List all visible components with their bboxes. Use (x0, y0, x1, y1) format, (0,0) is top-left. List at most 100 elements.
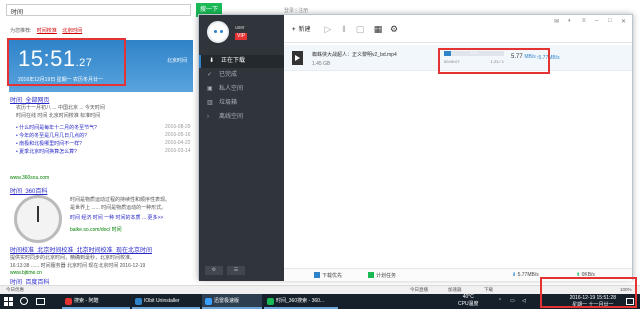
result-sublink[interactable]: • 什么时间是每年十二月的冬至节气? (16, 124, 97, 131)
schedule-toggle[interactable]: 计划任务 (368, 272, 396, 279)
result-title[interactable]: 时间校准_北京时间校准_北京时间校准_现在北京时间 (10, 245, 152, 254)
total-down-speed: ⬇ 5.77MB/s (512, 272, 539, 278)
status-today[interactable]: 今日优惠 (6, 287, 24, 293)
result-title[interactable]: 时间_360百科 (10, 186, 47, 195)
avatar[interactable] (207, 21, 229, 43)
dm-toolbar: + 新建 ▷ ‖ ▢ ▦ ⚙ ✉ ◐ ≡ – □ ✕ (284, 15, 632, 43)
result-sublink[interactable]: • 夏季北京时间换算怎么算? (16, 148, 77, 155)
result-url: baike.so.com/doc/ 时间 (70, 227, 122, 233)
result-snippet: 提供实时同步的北京时间，精确到毫秒，北京时间校准。 (10, 255, 136, 261)
username[interactable]: user (235, 25, 245, 31)
result-date: 2016-08-29 (165, 124, 191, 130)
network-icon[interactable]: ▭ (510, 294, 515, 309)
result-date: 2016-05-16 (165, 132, 191, 138)
related-link[interactable]: 时间校准 (37, 28, 57, 34)
login-link[interactable]: 登录 | 注册 (284, 7, 308, 14)
result-sublink[interactable]: 时间 经济 时间 一种 时间的本质 ... 更多>> (70, 214, 163, 221)
result-sublink[interactable]: • 今年的冬至是几月几日几点的? (16, 132, 87, 139)
nav-completed[interactable]: ✓ 已完成 (199, 69, 284, 82)
menu-icon[interactable]: ≡ (582, 18, 586, 24)
related-label: 为您推荐: (10, 28, 32, 34)
taskbar-app[interactable]: 时间_360搜索 - 360... (264, 294, 338, 309)
search-input[interactable]: 时间 (6, 4, 191, 16)
related-searches: 为您推荐: 时间校准 北京时间 (10, 27, 82, 34)
taskbar-app-label: 迅雷极速版 (214, 298, 240, 304)
result-url: www.360sou.com (10, 175, 50, 181)
taskbar-app-label: IObit Uninstaller (144, 298, 180, 304)
maximize-icon[interactable]: □ (608, 18, 612, 24)
result-snippet: 是世界上 ...... 时间是物质运动的一种形式。 (70, 205, 167, 211)
download-icon: ⬇ (209, 58, 215, 64)
nav-label: 正在下载 (221, 58, 246, 64)
down-arrow-icon: ⬇ (512, 272, 517, 278)
highlight-box (7, 38, 126, 86)
down-speed-value: 5.77MB/s (517, 272, 539, 278)
start-icon[interactable]: ▷ (322, 23, 334, 35)
delete-icon[interactable]: ▢ (354, 23, 366, 35)
video-file-icon (292, 51, 303, 65)
taskbar-app[interactable]: 迅雷极速版 (202, 294, 262, 309)
taskbar-app[interactable]: IObit Uninstaller (132, 294, 200, 309)
related-link[interactable]: 北京时间 (62, 28, 82, 34)
nav-private[interactable]: ▣ 私人空间 (199, 83, 284, 96)
message-icon[interactable]: ✉ (554, 18, 559, 25)
nav-trash[interactable]: ▥ 垃圾箱 (199, 97, 284, 110)
taskbar-app-label: 时间_360搜索 - 360... (276, 298, 325, 304)
status-item[interactable]: 加速器 (448, 287, 462, 293)
status-item[interactable]: 今日直播 (410, 287, 428, 293)
skin-icon[interactable]: ◐ (568, 18, 572, 24)
cpu-temperature[interactable]: 40°C CPU温度 (458, 294, 479, 308)
clock-zone: 北京时间 (166, 58, 187, 64)
new-task-label: 新建 (298, 27, 311, 33)
pause-icon[interactable]: ‖ (338, 23, 350, 35)
schedule-icon (368, 272, 374, 278)
start-button[interactable] (4, 297, 13, 306)
vip-badge[interactable]: VIP (235, 33, 248, 40)
gear-icon[interactable]: ⚙ (388, 23, 400, 35)
result-title[interactable]: 时间_全部网页 (10, 95, 49, 104)
result-date: 2016-04-22 (165, 140, 191, 146)
app-icon (267, 298, 274, 305)
priority-icon (314, 272, 320, 278)
app-icon (205, 298, 212, 305)
volume-icon[interactable]: ◁ (522, 294, 526, 309)
result-snippet: 时间在线 时间 北京时间校准 标准时间 (16, 113, 101, 119)
result-snippet: 时间是物质运动过程的持续性和顺序性表现。 (70, 197, 171, 203)
status-item[interactable]: 下载 (484, 287, 493, 293)
temp-value: 40°C (462, 294, 474, 300)
download-manager-window: user VIP ⬇ 正在下载 ✓ 已完成 ▣ 私人空间 ▥ 垃圾箱 › 离线空… (198, 14, 633, 281)
taskbar-app[interactable]: 搜索 - 阿酷 (62, 294, 130, 309)
highlight-box (540, 277, 637, 308)
close-icon[interactable]: ✕ (621, 18, 626, 25)
result-date: 2016-03-14 (165, 148, 191, 154)
dm-sidebar: user VIP ⬇ 正在下载 ✓ 已完成 ▣ 私人空间 ▥ 垃圾箱 › 离线空… (199, 15, 284, 281)
result-sublink[interactable]: • 南极和北极哪里时间不一样? (16, 140, 82, 147)
priority-label: 下载优先 (322, 273, 343, 279)
highlight-box (438, 48, 550, 74)
nav-label: 垃圾箱 (219, 100, 238, 106)
settings-small-button[interactable]: ⚙ (205, 266, 223, 275)
nav-label: 离线空间 (219, 114, 244, 120)
app-icon (135, 298, 142, 305)
tray-arrow-icon[interactable]: ⌃ (498, 294, 502, 309)
skin-button[interactable]: ☰ (227, 266, 245, 275)
nav-offline[interactable]: › 离线空间 (199, 111, 284, 124)
result-snippet: 农历十一月初八 ... 中国北京 ... 今天时间 (16, 105, 105, 111)
taskbar-app-label: 搜索 - 阿酷 (74, 298, 99, 304)
trash-icon: ▥ (207, 100, 213, 106)
dm-main-panel: + 新建 ▷ ‖ ▢ ▦ ⚙ ✉ ◐ ≡ – □ ✕ 蜘蛛侠大战超人：正义黎明v2… (284, 15, 632, 281)
minimize-icon[interactable]: – (595, 18, 598, 24)
temp-label: CPU温度 (458, 301, 479, 307)
grid-icon[interactable]: ▦ (372, 23, 384, 35)
priority-toggle[interactable]: 下载优先 (314, 272, 342, 279)
task-size: 1.45 GB (312, 61, 331, 67)
clock-thumbnail (14, 195, 62, 243)
task-view-icon[interactable] (36, 298, 45, 305)
task-filename: 蜘蛛侠大战超人：正义黎明v2_bd.mp4 (312, 52, 397, 58)
plus-icon: + (292, 27, 296, 33)
nav-downloading[interactable]: ⬇ 正在下载 (199, 55, 284, 68)
search-icon[interactable] (20, 297, 28, 305)
new-task-button[interactable]: + 新建 (292, 24, 311, 33)
lock-icon: ▣ (207, 86, 213, 92)
cloud-icon: › (207, 114, 209, 120)
